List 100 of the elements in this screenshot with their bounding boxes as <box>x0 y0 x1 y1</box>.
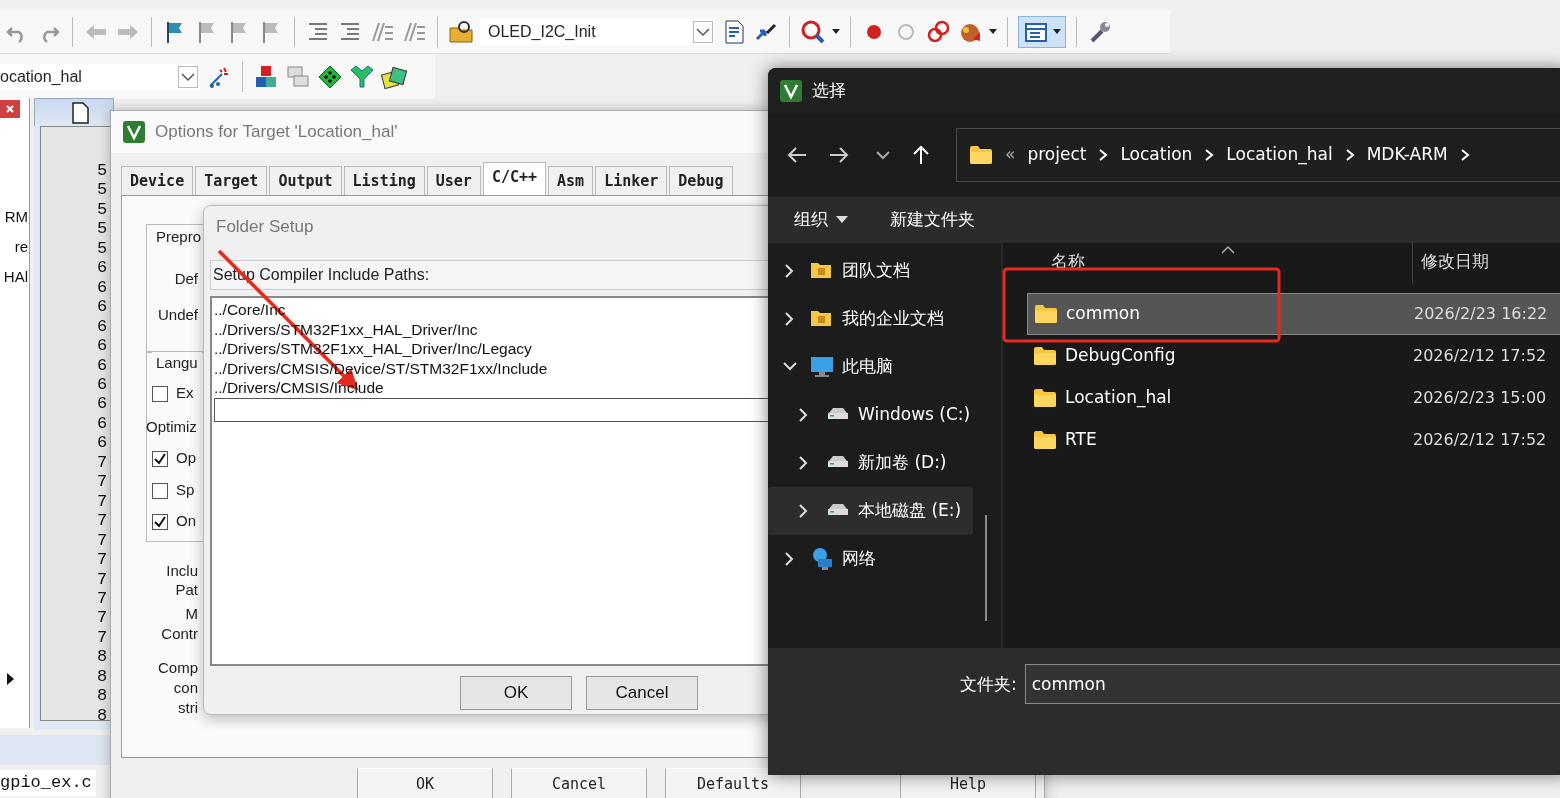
input-field[interactable]: common <box>1024 664 1560 704</box>
line-number: 8 <box>97 705 109 726</box>
checkbox-label: Sp <box>176 481 195 498</box>
file-row[interactable]: DebugConfig 2026/2/12 17:52 <box>1027 335 1560 377</box>
column-header[interactable]: 修改日期 <box>1421 241 1489 283</box>
tab[interactable]: Target <box>195 165 268 195</box>
breadcrumb[interactable]: MDK-ARM <box>1366 142 1448 168</box>
tree-item[interactable]: 我的企业文档 <box>768 295 973 343</box>
folder-icon[interactable] <box>448 18 474 45</box>
field-label: M <box>185 604 198 624</box>
circles-icon[interactable] <box>925 18 951 45</box>
chevron-right-icon[interactable] <box>1344 148 1355 162</box>
dropdown-arrow-icon[interactable] <box>989 28 997 35</box>
tree-item[interactable]: 此电脑 <box>768 343 973 391</box>
file-row[interactable]: Location_hal 2026/2/23 15:00 <box>1027 377 1560 419</box>
dialog-button[interactable]: Cancel <box>511 768 647 798</box>
tree-item[interactable]: Windows (C:) <box>768 391 973 439</box>
line-number: 7 <box>97 452 109 473</box>
chevron-right-icon[interactable] <box>1098 148 1109 162</box>
dialog-button[interactable]: OK <box>460 676 572 710</box>
column-header[interactable]: 名称 <box>1051 241 1413 283</box>
function-combo[interactable]: OLED_I2C_Init <box>480 18 715 45</box>
field-label: Def <box>174 269 198 289</box>
line-number: 6 <box>97 258 109 278</box>
diamond-icon[interactable] <box>317 64 343 90</box>
chevron-right-icon[interactable] <box>1204 148 1215 162</box>
dialog-button[interactable]: Defaults <box>665 768 801 798</box>
line-number: 6 <box>97 375 109 395</box>
folder-icon <box>1034 304 1058 324</box>
tree-item[interactable]: 本地磁盘 (E:) <box>768 487 973 535</box>
dropdown-arrow-icon[interactable] <box>1053 28 1061 35</box>
breadcrumb[interactable]: project <box>1027 142 1087 168</box>
file-row[interactable]: RTE 2026/2/12 17:52 <box>1027 419 1560 461</box>
tree-item[interactable]: RM <box>4 202 29 232</box>
checkbox[interactable] <box>152 483 168 500</box>
line-number: 7 <box>97 472 109 492</box>
line-number: 6 <box>97 297 109 317</box>
tab[interactable]: User <box>426 165 481 195</box>
toolbar-button[interactable]: 组织 <box>794 207 848 233</box>
address-bar[interactable]: « project Location Location_hal MDK-ARM <box>956 128 1560 182</box>
field-label: con <box>173 678 198 698</box>
checkbox[interactable] <box>152 451 168 468</box>
tab[interactable]: Listing <box>343 165 425 195</box>
monitor-icon <box>810 355 834 379</box>
tab[interactable]: Device <box>121 165 194 195</box>
file-tab[interactable]: gpio_ex.c <box>0 770 96 796</box>
tab[interactable]: Debug <box>669 165 733 195</box>
line-number: 5 <box>97 238 109 259</box>
line-number: 6 <box>97 394 109 414</box>
tree-item[interactable]: re <box>14 232 29 262</box>
line-number: 6 <box>97 277 109 298</box>
close-icon[interactable] <box>0 100 20 118</box>
line-number: 5 <box>97 199 109 220</box>
magnifier-icon[interactable] <box>800 18 826 45</box>
line-number: 6 <box>97 336 109 356</box>
folder-icon <box>969 144 993 166</box>
line-number: 7 <box>97 491 109 512</box>
line-number: 5 <box>97 219 109 239</box>
folder-icon <box>1033 388 1057 408</box>
dropdown-arrow-icon[interactable] <box>832 28 840 35</box>
network-icon <box>810 547 834 571</box>
blocks-icon[interactable] <box>253 64 279 90</box>
checkbox[interactable] <box>152 386 168 403</box>
tree-item[interactable]: HAl <box>3 262 29 292</box>
tree-item[interactable]: 网络 <box>768 535 973 583</box>
file-row[interactable]: common 2026/2/23 16:22 <box>1027 293 1560 335</box>
toolbar-button[interactable]: 新建文件夹 <box>890 207 975 233</box>
dialog-button[interactable]: OK <box>357 768 493 798</box>
checkbox-label: Ex <box>176 384 194 401</box>
line-number: 7 <box>97 588 109 609</box>
breadcrumb[interactable]: Location_hal <box>1226 142 1333 168</box>
squares-icon[interactable] <box>381 64 407 90</box>
tab[interactable]: Output <box>269 165 342 195</box>
tree-item[interactable]: 新加卷 (D:) <box>768 439 973 487</box>
tab[interactable]: C/C++ <box>482 161 547 196</box>
funnel-icon[interactable] <box>349 64 375 90</box>
line-number: 6 <box>97 316 109 337</box>
dialog-title: Folder Setup <box>216 216 314 239</box>
tab[interactable]: Asm <box>548 165 594 195</box>
tab[interactable]: Linker <box>595 165 668 195</box>
app-logo-icon <box>780 79 802 102</box>
field-label: Pat <box>175 580 198 600</box>
line-number: 7 <box>97 511 109 531</box>
checkbox-label: Op <box>176 449 196 466</box>
checkbox[interactable] <box>152 514 168 531</box>
dialog-button[interactable]: Cancel <box>586 676 698 710</box>
line-number: 6 <box>97 413 109 434</box>
app-logo-icon <box>123 121 145 143</box>
line-number: 5 <box>97 180 109 200</box>
breadcrumb[interactable]: Location <box>1120 142 1193 168</box>
document-icon <box>71 101 89 124</box>
field-label: Comp <box>158 658 198 678</box>
target-combo[interactable]: ocation_hal <box>0 64 200 90</box>
overflow-chevrons[interactable]: « <box>1005 142 1016 168</box>
field-label: Optimiz <box>146 417 197 437</box>
chevron-right-icon[interactable] <box>1459 148 1470 162</box>
folder-icon <box>1033 346 1057 366</box>
line-number: 7 <box>97 550 109 570</box>
field-label: Undef <box>157 305 198 325</box>
scroll-arrow-icon[interactable] <box>4 671 16 687</box>
